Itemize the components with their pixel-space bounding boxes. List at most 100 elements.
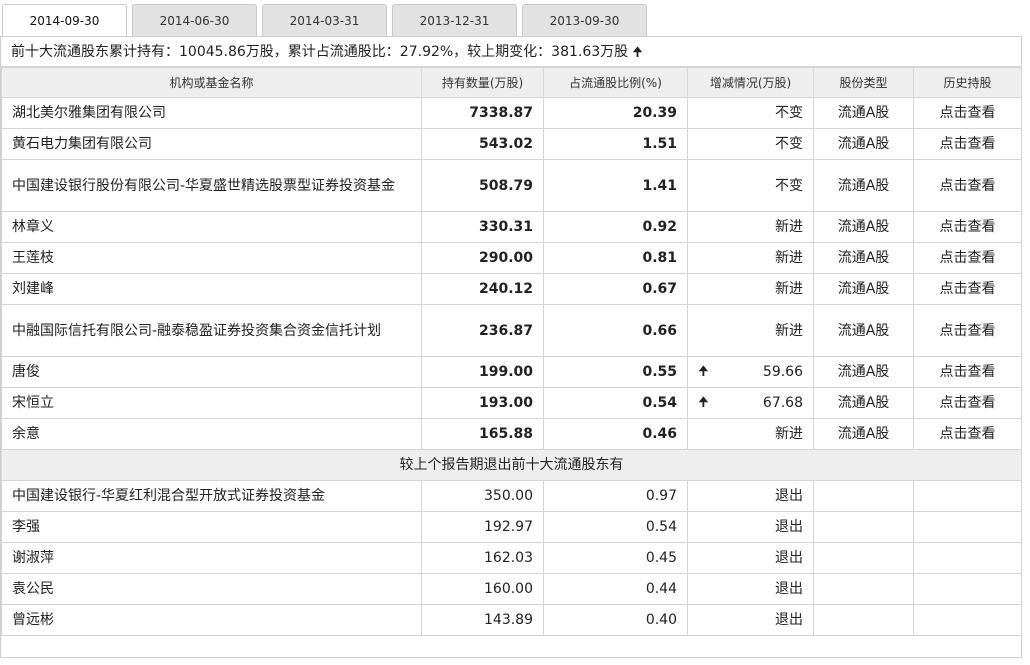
holding-ratio: 20.39 <box>543 97 688 129</box>
holding-change: 新进 <box>687 418 814 450</box>
holding-change: 新进 <box>687 242 814 274</box>
holding-ratio: 0.81 <box>543 242 688 274</box>
table-row: 中国建设银行股份有限公司-华夏盛世精选股票型证券投资基金 508.79 1.41… <box>1 159 1022 212</box>
history-link[interactable]: 点击查看 <box>940 395 996 411</box>
table-row: 黄石电力集团有限公司 543.02 1.51 不变 流通A股 点击查看 <box>1 128 1022 160</box>
share-type: 流通A股 <box>813 304 914 357</box>
up-arrow-icon: 🠉 <box>698 395 709 410</box>
holding-change: 退出 <box>687 511 814 543</box>
change-value: 不变 <box>775 136 803 152</box>
holding-quantity: 330.31 <box>421 211 544 243</box>
history-link-cell: 点击查看 <box>913 97 1022 129</box>
history-link[interactable]: 点击查看 <box>940 364 996 380</box>
table-row: 谢淑萍 162.03 0.45 退出 <box>1 542 1022 574</box>
history-link[interactable]: 点击查看 <box>940 219 996 235</box>
history-link-cell: 点击查看 <box>913 211 1022 243</box>
share-type: 流通A股 <box>813 97 914 129</box>
holder-name: 宋恒立 <box>1 387 422 419</box>
col-header-quantity: 持有数量(万股) <box>421 67 544 98</box>
holding-ratio: 0.54 <box>543 387 688 419</box>
share-type: 流通A股 <box>813 273 914 305</box>
col-header-history: 历史持股 <box>913 67 1022 98</box>
tab-2013-12-31[interactable]: 2013-12-31 <box>392 4 517 37</box>
holder-name: 袁公民 <box>1 573 422 605</box>
holder-name: 王莲枝 <box>1 242 422 274</box>
table-row: 王莲枝 290.00 0.81 新进 流通A股 点击查看 <box>1 242 1022 274</box>
tab-2014-09-30[interactable]: 2014-09-30 <box>2 4 127 38</box>
holding-change: 不变 <box>687 159 814 212</box>
history-link[interactable]: 点击查看 <box>940 281 996 297</box>
share-type: 流通A股 <box>813 159 914 212</box>
history-link[interactable]: 点击查看 <box>940 426 996 442</box>
holding-quantity: 508.79 <box>421 159 544 212</box>
holder-name: 李强 <box>1 511 422 543</box>
history-link-cell <box>913 573 1022 605</box>
tab-2014-03-31[interactable]: 2014-03-31 <box>262 4 387 37</box>
history-link-cell: 点击查看 <box>913 273 1022 305</box>
holding-quantity: 165.88 <box>421 418 544 450</box>
col-header-ratio: 占流通股比例(%) <box>543 67 688 98</box>
share-type <box>813 604 914 636</box>
change-value: 新进 <box>775 281 803 297</box>
change-value: 不变 <box>775 177 803 194</box>
table-row: 刘建峰 240.12 0.67 新进 流通A股 点击查看 <box>1 273 1022 305</box>
table-row: 李强 192.97 0.54 退出 <box>1 511 1022 543</box>
col-header-change: 增减情况(万股) <box>687 67 814 98</box>
share-type: 流通A股 <box>813 356 914 388</box>
holding-ratio: 0.44 <box>543 573 688 605</box>
holding-change: 新进 <box>687 211 814 243</box>
table-row: 袁公民 160.00 0.44 退出 <box>1 573 1022 605</box>
shareholders-panel: 前十大流通股东累计持有：10045.86万股，累计占流通股比：27.92%，较上… <box>0 36 1022 658</box>
shareholders-table: 机构或基金名称 持有数量(万股) 占流通股比例(%) 增减情况(万股) 股份类型… <box>1 67 1022 636</box>
history-link-cell: 点击查看 <box>913 159 1022 212</box>
holding-quantity: 199.00 <box>421 356 544 388</box>
history-link-cell: 点击查看 <box>913 356 1022 388</box>
history-link[interactable]: 点击查看 <box>940 178 996 194</box>
col-header-name: 机构或基金名称 <box>1 67 422 98</box>
share-type <box>813 511 914 543</box>
table-row: 湖北美尔雅集团有限公司 7338.87 20.39 不变 流通A股 点击查看 <box>1 97 1022 129</box>
holding-quantity: 162.03 <box>421 542 544 574</box>
share-type <box>813 480 914 512</box>
holding-ratio: 0.54 <box>543 511 688 543</box>
history-link[interactable]: 点击查看 <box>940 323 996 339</box>
holder-name: 余意 <box>1 418 422 450</box>
tab-2014-06-30[interactable]: 2014-06-30 <box>132 4 257 37</box>
table-row: 林章义 330.31 0.92 新进 流通A股 点击查看 <box>1 211 1022 243</box>
history-link[interactable]: 点击查看 <box>940 136 996 152</box>
holder-name: 林章义 <box>1 211 422 243</box>
holding-ratio: 0.55 <box>543 356 688 388</box>
exited-section-title: 较上个报告期退出前十大流通股东有 <box>1 449 1022 481</box>
holding-ratio: 0.40 <box>543 604 688 636</box>
share-type: 流通A股 <box>813 242 914 274</box>
table-row: 曾远彬 143.89 0.40 退出 <box>1 604 1022 636</box>
history-link-cell: 点击查看 <box>913 418 1022 450</box>
history-link[interactable]: 点击查看 <box>940 105 996 121</box>
holder-name: 曾远彬 <box>1 604 422 636</box>
holding-ratio: 1.51 <box>543 128 688 160</box>
share-type: 流通A股 <box>813 387 914 419</box>
history-link[interactable]: 点击查看 <box>940 250 996 266</box>
holding-change: 新进 <box>687 273 814 305</box>
summary-text: 前十大流通股东累计持有：10045.86万股，累计占流通股比：27.92%，较上… <box>11 44 629 60</box>
history-link-cell <box>913 480 1022 512</box>
holding-quantity: 240.12 <box>421 273 544 305</box>
holding-ratio: 0.67 <box>543 273 688 305</box>
holding-ratio: 0.92 <box>543 211 688 243</box>
holding-quantity: 350.00 <box>421 480 544 512</box>
up-arrow-icon: 🠉 <box>632 45 643 60</box>
holder-name: 湖北美尔雅集团有限公司 <box>1 97 422 129</box>
holding-change: 退出 <box>687 573 814 605</box>
holding-change: 退出 <box>687 604 814 636</box>
change-value: 67.68 <box>762 395 803 411</box>
table-row: 中融国际信托有限公司-融泰稳盈证券投资集合资金信托计划 236.87 0.66 … <box>1 304 1022 357</box>
holder-name: 黄石电力集团有限公司 <box>1 128 422 160</box>
table-header-row: 机构或基金名称 持有数量(万股) 占流通股比例(%) 增减情况(万股) 股份类型… <box>1 67 1022 98</box>
history-link-cell <box>913 604 1022 636</box>
change-value: 不变 <box>775 105 803 121</box>
holding-ratio: 0.46 <box>543 418 688 450</box>
change-value: 新进 <box>775 250 803 266</box>
history-link-cell: 点击查看 <box>913 242 1022 274</box>
holding-quantity: 543.02 <box>421 128 544 160</box>
tab-2013-09-30[interactable]: 2013-09-30 <box>522 4 647 37</box>
